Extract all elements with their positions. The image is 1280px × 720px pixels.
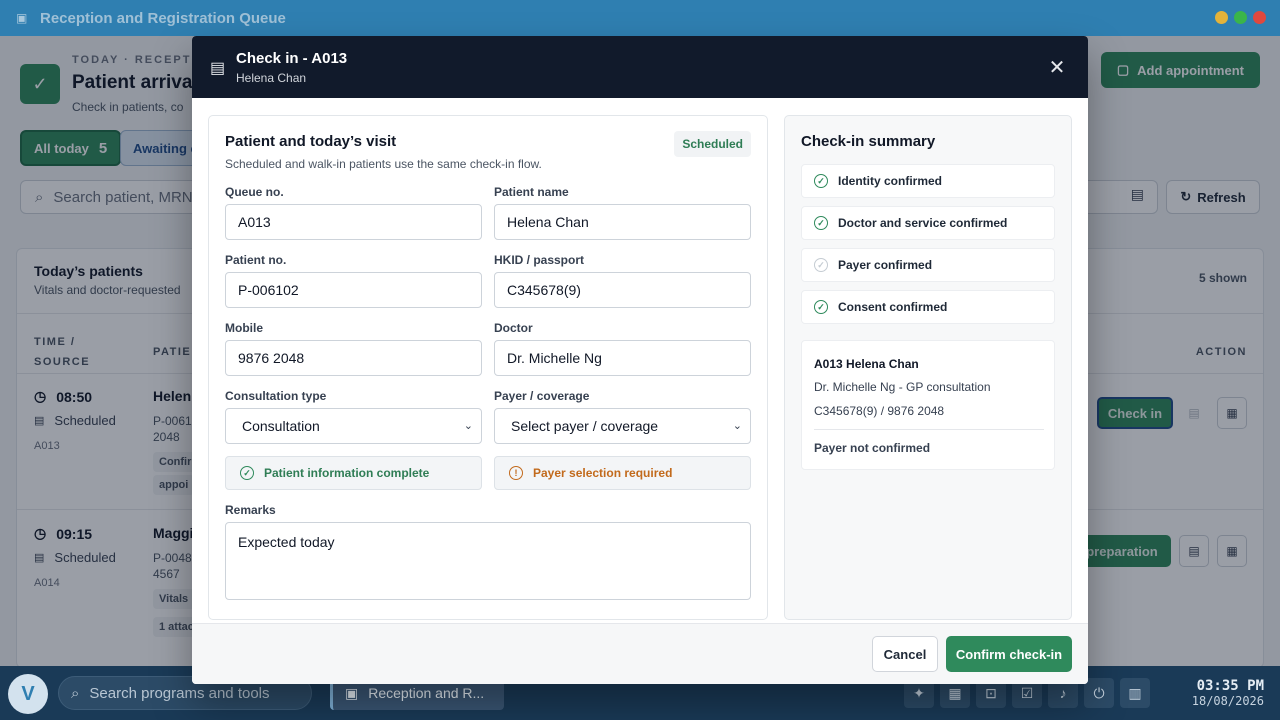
mobile-field[interactable]: 9876 2048 xyxy=(225,340,482,376)
form-icon: ▤ xyxy=(210,60,226,77)
cancel-button[interactable]: Cancel xyxy=(872,636,938,672)
close-window-button[interactable] xyxy=(1253,11,1266,24)
check-circle-icon: ✓ xyxy=(814,258,828,272)
dialog-subtitle: Helena Chan xyxy=(236,71,307,85)
window-title: Reception and Registration Queue xyxy=(40,9,286,27)
summary-item-label: Payer confirmed xyxy=(838,258,933,272)
summary-item-label: Doctor and service confirmed xyxy=(838,216,1008,230)
check-circle-icon: ✓ xyxy=(814,300,828,314)
check-circle-icon: ✓ xyxy=(814,216,828,230)
search-icon: ⌕ xyxy=(71,684,80,702)
divider xyxy=(814,429,1044,430)
patient-name-label: Patient name xyxy=(494,185,569,199)
summary-patient: A013 Helena Chan xyxy=(814,357,919,371)
maximize-button[interactable] xyxy=(1234,11,1247,24)
consultation-type-select[interactable]: Consultation ⌄ xyxy=(225,408,482,444)
chevron-down-icon: ⌄ xyxy=(732,420,742,432)
patient-info-status: ✓ Patient information complete xyxy=(225,456,482,490)
clipboard-icon: ▣ xyxy=(345,684,359,701)
check-circle-icon: ✓ xyxy=(240,466,254,480)
dialog-title: Check in - A013 xyxy=(236,50,348,67)
minimize-button[interactable] xyxy=(1215,11,1228,24)
summary-card: Check-in summary ✓ Identity confirmed ✓ … xyxy=(784,115,1072,620)
chevron-down-icon: ⌄ xyxy=(463,420,473,432)
summary-item-label: Consent confirmed xyxy=(838,300,948,314)
queue-no-label: Queue no. xyxy=(225,185,284,199)
launcher-button[interactable]: V xyxy=(8,674,48,714)
clipboard-icon: ▣ xyxy=(16,11,28,25)
program-search-placeholder: Search programs and tools xyxy=(89,684,270,702)
summary-item-doctor: ✓ Doctor and service confirmed xyxy=(801,206,1055,240)
status-badge: Scheduled xyxy=(674,131,751,157)
window-controls xyxy=(1215,11,1266,24)
summary-item-consent: ✓ Consent confirmed xyxy=(801,290,1055,324)
payer-label: Payer / coverage xyxy=(494,389,590,403)
clock-time: 03:35 PM xyxy=(1196,678,1264,694)
summary-payer-status: Payer not confirmed xyxy=(814,441,931,455)
close-icon[interactable]: ✕ xyxy=(1042,52,1072,82)
patient-no-field[interactable]: P-006102 xyxy=(225,272,482,308)
mobile-label: Mobile xyxy=(225,321,263,335)
consultation-type-label: Consultation type xyxy=(225,389,327,403)
summary-service: Dr. Michelle Ng - GP consultation xyxy=(814,380,991,394)
window-icon[interactable]: ▥ xyxy=(1120,678,1150,708)
payer-select[interactable]: Select payer / coverage ⌄ xyxy=(494,408,751,444)
alert-circle-icon: ! xyxy=(509,466,523,480)
remarks-field[interactable]: Expected today xyxy=(225,522,751,600)
consultation-type-value: Consultation xyxy=(242,418,320,434)
summary-id-mobile: C345678(9) / 9876 2048 xyxy=(814,404,945,418)
patient-info-status-text: Patient information complete xyxy=(264,466,430,480)
clock-date: 18/08/2026 xyxy=(1191,694,1264,708)
doctor-label: Doctor xyxy=(494,321,533,335)
dialog-footer: Cancel Confirm check-in xyxy=(192,623,1088,684)
remarks-label: Remarks xyxy=(225,503,276,517)
payer-status: ! Payer selection required xyxy=(494,456,751,490)
taskbar-app-label: Reception and R... xyxy=(368,685,485,701)
hkid-field[interactable]: C345678(9) xyxy=(494,272,751,308)
summary-item-payer: ✓ Payer confirmed xyxy=(801,248,1055,282)
system-clock[interactable]: 03:35 PM 18/08/2026 xyxy=(1192,678,1264,708)
confirm-check-in-button[interactable]: Confirm check-in xyxy=(946,636,1072,672)
summary-details: A013 Helena Chan Dr. Michelle Ng - GP co… xyxy=(801,340,1055,470)
dialog-header: ▤ Check in - A013 Helena Chan ✕ xyxy=(192,36,1088,98)
summary-item-label: Identity confirmed xyxy=(838,174,943,188)
summary-title: Check-in summary xyxy=(801,133,936,150)
visit-title: Patient and today’s visit xyxy=(225,133,397,150)
queue-no-field[interactable]: A013 xyxy=(225,204,482,240)
doctor-field[interactable]: Dr. Michelle Ng xyxy=(494,340,751,376)
window-titlebar: ▣ Reception and Registration Queue xyxy=(0,0,1280,36)
check-in-dialog: ▤ Check in - A013 Helena Chan ✕ Patient … xyxy=(192,36,1088,684)
visit-card: Patient and today’s visit Scheduled and … xyxy=(208,115,768,620)
payer-status-text: Payer selection required xyxy=(533,466,673,480)
patient-name-field[interactable]: Helena Chan xyxy=(494,204,751,240)
check-circle-icon: ✓ xyxy=(814,174,828,188)
hkid-label: HKID / passport xyxy=(494,253,585,267)
power-icon[interactable]: ⏻ xyxy=(1084,678,1114,708)
patient-no-label: Patient no. xyxy=(225,253,287,267)
payer-value: Select payer / coverage xyxy=(511,418,659,434)
visit-subtitle: Scheduled and walk-in patients use the s… xyxy=(225,157,542,171)
summary-item-identity: ✓ Identity confirmed xyxy=(801,164,1055,198)
